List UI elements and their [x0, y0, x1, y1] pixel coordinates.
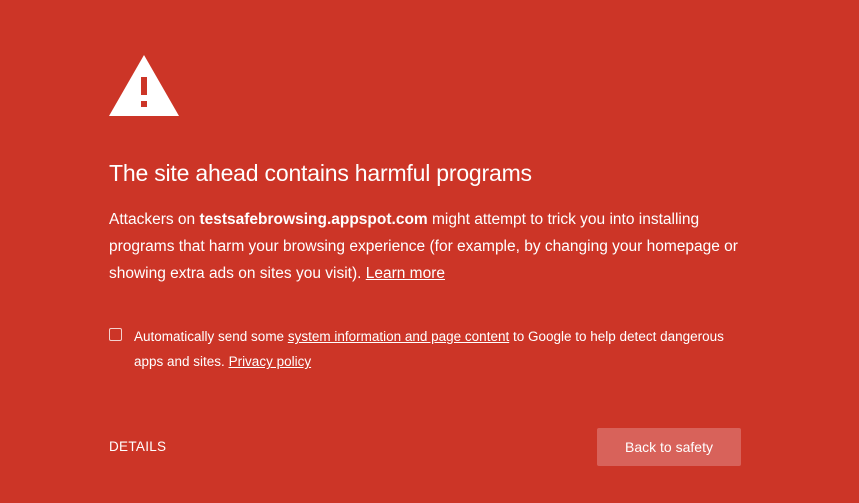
learn-more-link[interactable]: Learn more: [366, 265, 445, 282]
interstitial-page: The site ahead contains harmful programs…: [0, 0, 859, 503]
report-option: Automatically send some system informati…: [109, 324, 749, 374]
report-prefix: Automatically send some: [134, 329, 288, 344]
warning-triangle-icon: [109, 55, 179, 116]
system-info-link[interactable]: system information and page content: [288, 329, 509, 344]
page-title: The site ahead contains harmful programs: [109, 160, 532, 186]
report-checkbox[interactable]: [109, 328, 122, 341]
details-button[interactable]: DETAILS: [109, 439, 166, 454]
message-prefix: Attackers on: [109, 211, 200, 228]
site-domain: testsafebrowsing.appspot.com: [199, 211, 428, 228]
warning-message: Attackers on testsafebrowsing.appspot.co…: [109, 206, 749, 287]
privacy-policy-link[interactable]: Privacy policy: [229, 354, 312, 369]
back-to-safety-button[interactable]: Back to safety: [597, 428, 741, 466]
report-label: Automatically send some system informati…: [134, 324, 749, 374]
